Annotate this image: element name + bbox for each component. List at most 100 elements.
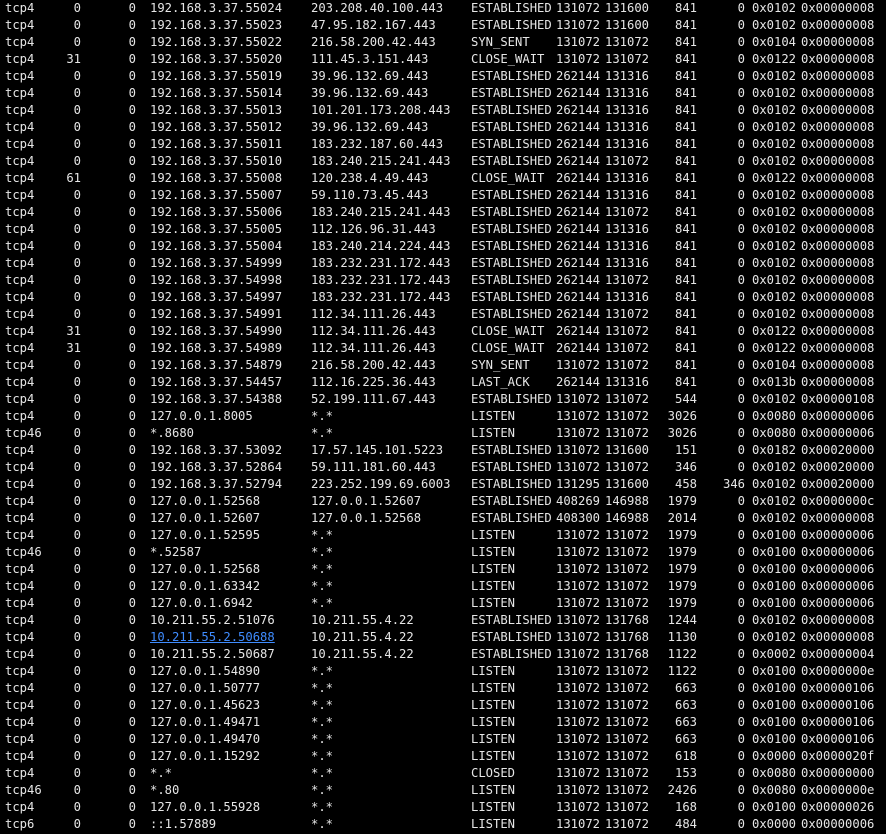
- shiwat-cell: 131072: [605, 528, 650, 542]
- flags-cell: 0x0080: [752, 766, 797, 780]
- foreign-address-cell: *.*: [311, 698, 334, 712]
- output-line: tcp4 0 0 192.168.3.37.53092 17.57.145.101.52…: [0, 442, 886, 459]
- options-cell: 0x00000006: [801, 545, 875, 559]
- pid-cell: 1979: [667, 545, 697, 559]
- flags-cell: 0x0100: [752, 800, 797, 814]
- state-cell: ESTABLISHED: [471, 307, 552, 321]
- foreign-address-cell: 183.232.187.60.443: [311, 137, 444, 151]
- pid-cell: 544: [674, 392, 697, 406]
- recv-q-cell: 0: [73, 681, 81, 695]
- foreign-address-cell: 183.232.231.172.443: [311, 256, 451, 270]
- local-address-cell: ::1.57889: [150, 817, 217, 831]
- send-q-cell: 0: [128, 188, 136, 202]
- send-q-cell: 0: [128, 341, 136, 355]
- shiwat-cell: 131316: [605, 120, 650, 134]
- send-q-cell: 0: [128, 358, 136, 372]
- send-q-cell: 0: [128, 715, 136, 729]
- state-cell: LISTEN: [471, 545, 516, 559]
- pid-cell: 841: [674, 205, 697, 219]
- options-cell: 0x00000008: [801, 358, 875, 372]
- pid-cell: 841: [674, 375, 697, 389]
- recv-q-cell: 0: [73, 511, 81, 525]
- proto-cell: tcp46: [5, 783, 42, 797]
- shiwat-cell: 146988: [605, 494, 650, 508]
- output-line: tcp4 61 0 192.168.3.37.55008 120.238.4.49.44…: [0, 170, 886, 187]
- send-q-cell: 0: [128, 579, 136, 593]
- send-q-cell: 0: [128, 783, 136, 797]
- epid-cell: 0: [737, 783, 745, 797]
- output-line: tcp4 0 0 192.168.3.37.55007 59.110.73.45.443…: [0, 187, 886, 204]
- shiwat-cell: 131072: [605, 562, 650, 576]
- flags-cell: 0x0102: [752, 392, 797, 406]
- shiwat-cell: 131316: [605, 171, 650, 185]
- epid-cell: 0: [737, 409, 745, 423]
- output-line: tcp4 0 0 192.168.3.37.54997 183.232.231.172.…: [0, 289, 886, 306]
- local-address-cell: 192.168.3.37.55024: [150, 1, 283, 15]
- send-q-cell: 0: [128, 103, 136, 117]
- options-cell: 0x00000008: [801, 69, 875, 83]
- output-line: tcp4 0 0 10.211.55.2.50687 10.211.55.4.22 EST…: [0, 646, 886, 663]
- output-line: tcp4 0 0 192.168.3.37.55010 183.240.215.241.…: [0, 153, 886, 170]
- epid-cell: 0: [737, 749, 745, 763]
- send-q-cell: 0: [128, 52, 136, 66]
- pid-cell: 1979: [667, 494, 697, 508]
- state-cell: LISTEN: [471, 409, 516, 423]
- shiwat-cell: 131072: [605, 579, 650, 593]
- recv-q-cell: 0: [73, 273, 81, 287]
- proto-cell: tcp4: [5, 528, 35, 542]
- send-q-cell: 0: [128, 596, 136, 610]
- pid-cell: 841: [674, 120, 697, 134]
- pid-cell: 841: [674, 341, 697, 355]
- recv-q-cell: 0: [73, 528, 81, 542]
- output-line: tcp4 0 0 127.0.0.1.6942 *.* LISTEN 131072 13107…: [0, 595, 886, 612]
- terminal-output[interactable]: tcp4 0 0 192.168.3.37.55024 203.208.40.100.4…: [0, 0, 886, 834]
- proto-cell: tcp4: [5, 477, 35, 491]
- shiwat-cell: 131316: [605, 86, 650, 100]
- output-line: tcp4 0 0 10.211.55.2.50688 10.211.55.4.22 EST…: [0, 629, 886, 646]
- rhiwat-cell: 262144: [556, 341, 601, 355]
- recv-q-cell: 0: [73, 307, 81, 321]
- local-address-cell: *.*: [150, 766, 173, 780]
- shiwat-cell: 131072: [605, 460, 650, 474]
- rhiwat-cell: 262144: [556, 273, 601, 287]
- options-cell: 0x00020000: [801, 477, 875, 491]
- flags-cell: 0x0002: [752, 647, 797, 661]
- pid-cell: 2014: [667, 511, 697, 525]
- recv-q-cell: 0: [73, 579, 81, 593]
- pid-cell: 1130: [667, 630, 697, 644]
- local-address-cell: 127.0.0.1.52568: [150, 562, 261, 576]
- epid-cell: 0: [737, 69, 745, 83]
- highlighted-link[interactable]: 10.211.55.2.50688: [150, 629, 275, 646]
- output-line: tcp4 0 0 192.168.3.37.55023 47.95.182.167.44…: [0, 17, 886, 34]
- foreign-address-cell: 216.58.200.42.443: [311, 358, 436, 372]
- epid-cell: 0: [737, 290, 745, 304]
- proto-cell: tcp4: [5, 375, 35, 389]
- pid-cell: 151: [674, 443, 697, 457]
- output-line: tcp4 0 0 127.0.0.1.52607 127.0.0.1.52568 ESTA…: [0, 510, 886, 527]
- local-address-cell: 192.168.3.37.55019: [150, 69, 283, 83]
- proto-cell: tcp4: [5, 715, 35, 729]
- send-q-cell: 0: [128, 426, 136, 440]
- output-line: tcp4 0 0 127.0.0.1.49471 *.* LISTEN 131072 1310…: [0, 714, 886, 731]
- pid-cell: 841: [674, 188, 697, 202]
- send-q-cell: 0: [128, 137, 136, 151]
- options-cell: 0x00000008: [801, 511, 875, 525]
- send-q-cell: 0: [128, 443, 136, 457]
- output-line: tcp4 0 0 192.168.3.37.54999 183.232.231.172.…: [0, 255, 886, 272]
- epid-cell: 0: [737, 426, 745, 440]
- state-cell: ESTABLISHED: [471, 290, 552, 304]
- foreign-address-cell: *.*: [311, 596, 334, 610]
- options-cell: 0x00000008: [801, 239, 875, 253]
- recv-q-cell: 0: [73, 443, 81, 457]
- options-cell: 0x00000008: [801, 307, 875, 321]
- rhiwat-cell: 262144: [556, 239, 601, 253]
- epid-cell: 0: [737, 273, 745, 287]
- shiwat-cell: 131768: [605, 630, 650, 644]
- proto-cell: tcp46: [5, 426, 42, 440]
- local-address-cell: *.52587: [150, 545, 202, 559]
- rhiwat-cell: 131072: [556, 596, 601, 610]
- epid-cell: 0: [737, 307, 745, 321]
- state-cell: ESTABLISHED: [471, 18, 552, 32]
- epid-cell: 0: [737, 1, 745, 15]
- pid-cell: 841: [674, 35, 697, 49]
